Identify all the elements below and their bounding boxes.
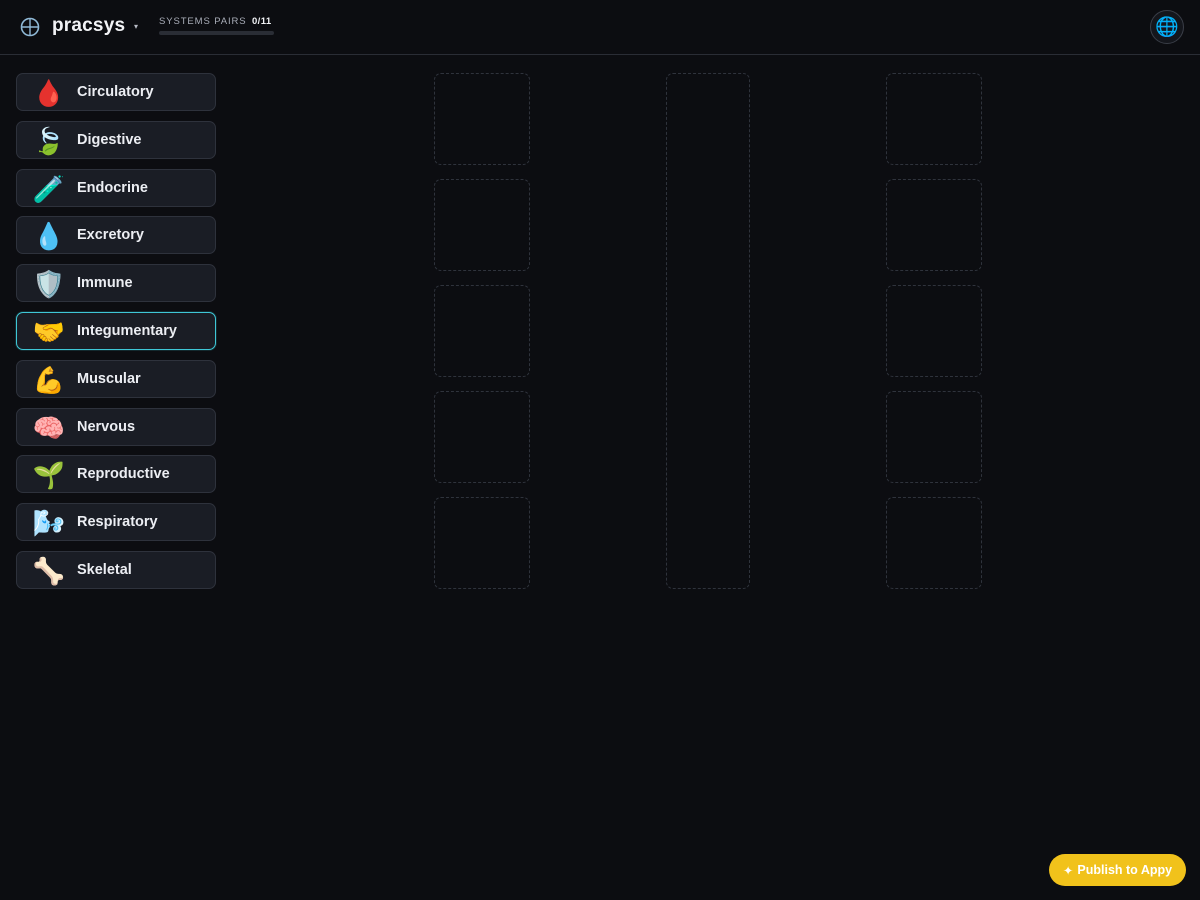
- app-name[interactable]: pracsys: [52, 15, 125, 37]
- drop-slot-left[interactable]: [434, 179, 530, 271]
- system-card-digestive[interactable]: 🍃 Digestive: [16, 120, 216, 159]
- leaf-icon: 🍃: [32, 125, 66, 156]
- seedling-icon: 🌱: [32, 460, 66, 491]
- drop-slot-right[interactable]: [886, 497, 982, 589]
- drop-zone-center[interactable]: [666, 73, 750, 589]
- system-card-skeletal[interactable]: 🦴 Skeletal: [16, 550, 216, 589]
- publish-button[interactable]: ✦ Publish to Appy: [1049, 854, 1186, 886]
- system-label: Muscular: [77, 370, 141, 387]
- drop-slot-right[interactable]: [886, 179, 982, 271]
- progress-label: SYSTEMS PAIRS: [159, 16, 247, 27]
- handshake-icon: 🤝: [32, 316, 66, 347]
- language-button[interactable]: 🌐: [1150, 10, 1184, 44]
- publish-label: Publish to Appy: [1077, 863, 1173, 877]
- progress-bar: [159, 31, 274, 35]
- system-label: Reproductive: [77, 466, 170, 483]
- drop-slot-left[interactable]: [434, 73, 530, 165]
- system-label: Integumentary: [77, 322, 177, 339]
- drop-slot-left[interactable]: [434, 391, 530, 483]
- system-card-integumentary[interactable]: 🤝 Integumentary: [16, 311, 216, 350]
- water-drop-icon: 💧: [32, 221, 66, 252]
- flexed-bicep-icon: 💪: [32, 364, 66, 395]
- system-list: 🩸 Circulatory 🍃 Digestive 🧪 Endocrine 💧 …: [16, 73, 216, 599]
- drop-slot-right[interactable]: [886, 391, 982, 483]
- system-label: Digestive: [77, 131, 142, 148]
- drop-slot-left[interactable]: [434, 285, 530, 377]
- shield-icon: 🛡️: [32, 269, 66, 300]
- system-card-reproductive[interactable]: 🌱 Reproductive: [16, 455, 216, 494]
- crosshair-logo-icon: [20, 17, 40, 37]
- blood-drop-icon: 🩸: [32, 78, 66, 108]
- brain-icon: 🧠: [32, 412, 66, 443]
- system-label: Immune: [77, 275, 133, 292]
- chevron-down-icon[interactable]: ▾: [134, 22, 138, 31]
- system-card-muscular[interactable]: 💪 Muscular: [16, 359, 216, 398]
- top-bar: pracsys ▾ SYSTEMS PAIRS 0/11 🌐: [0, 0, 1200, 55]
- progress-count: 0/11: [252, 16, 272, 27]
- system-card-respiratory[interactable]: 🌬️ Respiratory: [16, 503, 216, 542]
- system-card-circulatory[interactable]: 🩸 Circulatory: [16, 73, 216, 111]
- system-label: Excretory: [77, 227, 144, 244]
- system-card-immune[interactable]: 🛡️ Immune: [16, 264, 216, 303]
- system-label: Nervous: [77, 418, 136, 435]
- system-card-excretory[interactable]: 💧 Excretory: [16, 216, 216, 255]
- drop-slot-right[interactable]: [886, 73, 982, 165]
- system-label: Respiratory: [77, 514, 158, 531]
- drop-slot-left[interactable]: [434, 497, 530, 589]
- sparkle-icon: ✦: [1062, 863, 1074, 878]
- system-label: Endocrine: [77, 179, 148, 196]
- system-label: Skeletal: [77, 561, 132, 578]
- system-label: Circulatory: [77, 84, 154, 100]
- system-card-endocrine[interactable]: 🧪 Endocrine: [16, 168, 216, 207]
- test-tube-icon: 🧪: [32, 173, 66, 204]
- bone-icon: 🦴: [32, 555, 66, 586]
- drop-slot-right[interactable]: [886, 285, 982, 377]
- wind-icon: 🌬️: [32, 508, 66, 539]
- system-card-nervous[interactable]: 🧠 Nervous: [16, 407, 216, 446]
- globe-icon: 🌐: [1155, 16, 1179, 38]
